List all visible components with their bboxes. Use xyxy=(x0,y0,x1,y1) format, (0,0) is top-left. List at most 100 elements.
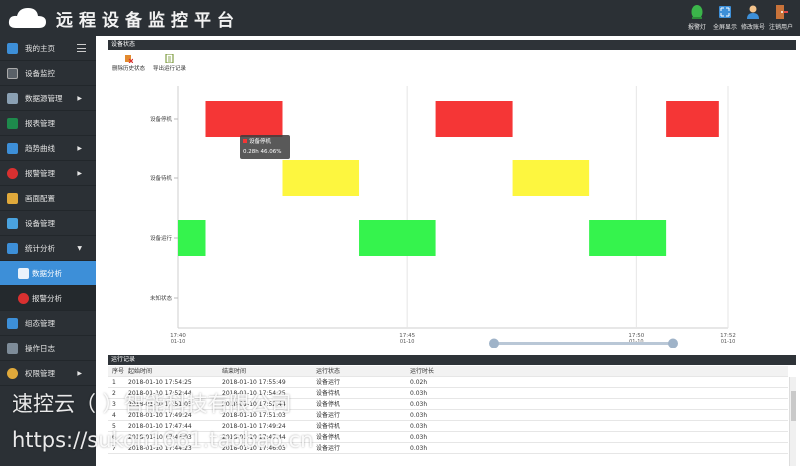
alarm-light-icon xyxy=(691,5,703,19)
column-header[interactable]: 运行状态 xyxy=(316,366,340,377)
status-segment[interactable] xyxy=(205,101,283,137)
sidebar-item-home[interactable]: 我的主页 xyxy=(0,36,96,61)
table-header-row: 序号 起始时间 结束时间 运行状态 运行时长 xyxy=(108,366,788,377)
y-category-label: 设备停机 xyxy=(150,115,173,123)
sidebar-item-data-analysis[interactable]: 数据分析 xyxy=(0,261,96,286)
y-category-labels: 设备停机设备待机设备运行未知状态 xyxy=(150,115,178,302)
fullscreen-button[interactable]: 全屏显示 xyxy=(710,4,740,31)
sidebar-item-label: 报警分析 xyxy=(32,294,62,303)
home-icon xyxy=(7,43,18,54)
status-segment[interactable] xyxy=(282,160,360,196)
y-category-label: 设备运行 xyxy=(150,234,173,242)
sidebar-item-label: 设备监控 xyxy=(25,69,55,78)
zoom-slider-handle-left[interactable] xyxy=(489,338,499,349)
chevron-right-icon: ▶ xyxy=(77,145,82,152)
chevron-down-icon: ▼ xyxy=(77,245,82,252)
sidebar-item-datasource[interactable]: 数据源管理 ▶ xyxy=(0,86,96,111)
table-cell: 2018-01-10 17:55:49 xyxy=(222,379,286,386)
table-cell: 0.03h xyxy=(410,423,428,430)
alarm-analysis-icon xyxy=(18,293,29,304)
sidebar-item-label: 设备管理 xyxy=(25,219,55,228)
edit-account-button[interactable]: 修改账号 xyxy=(738,4,768,31)
chevron-right-icon: ▶ xyxy=(77,370,82,377)
sidebar-item-permissions[interactable]: 权限管理 ▶ xyxy=(0,361,96,386)
x-tick-date: 01-10 xyxy=(400,339,415,345)
sidebar-item-alarm[interactable]: 报警管理 ▶ xyxy=(0,161,96,186)
watermark-url: https://sukon1661.taobao.cn xyxy=(12,428,314,452)
sidebar-item-label: 趋势曲线 xyxy=(25,144,55,153)
menu-toggle-icon[interactable] xyxy=(77,44,86,52)
table-row[interactable]: 1 2018-01-10 17:54:25 2018-01-10 17:55:49 设… xyxy=(108,377,788,388)
status-segment[interactable] xyxy=(435,101,513,137)
zoom-slider-track[interactable] xyxy=(493,342,673,345)
device-status-chart: 设备停机设备待机设备运行未知状态 17:4001-1017:4501-1017:… xyxy=(150,86,736,349)
table-cell: 1 xyxy=(112,379,116,386)
watermark-company: 速控云（ ）智能科技有限公司 xyxy=(12,392,292,416)
zoom-slider-handle-right[interactable] xyxy=(668,338,678,349)
chevron-right-icon: ▶ xyxy=(77,95,82,102)
export-records-button[interactable]: 导出运行记录 xyxy=(153,54,186,72)
sidebar-item-label: 统计分析 xyxy=(25,244,55,253)
cloud-logo-icon xyxy=(8,8,46,28)
sidebar-item-label: 组态管理 xyxy=(25,319,55,328)
table-cell: 0.03h xyxy=(410,390,428,397)
config-icon xyxy=(7,318,18,329)
sidebar-item-screen-config[interactable]: 画面配置 xyxy=(0,186,96,211)
export-records-label: 导出运行记录 xyxy=(153,66,187,72)
y-category-label: 未知状态 xyxy=(150,294,173,302)
table-cell: 设备运行 xyxy=(316,445,341,452)
user-icon xyxy=(747,5,759,19)
status-segment[interactable] xyxy=(512,160,590,196)
table-cell: 0.02h xyxy=(410,379,428,386)
scrollbar-thumb[interactable] xyxy=(791,391,796,421)
sidebar-item-trend[interactable]: 趋势曲线 ▶ xyxy=(0,136,96,161)
records-panel-title: 运行记录 xyxy=(108,355,796,365)
app-title: 远程设备监控平台 xyxy=(56,11,240,31)
statistics-icon xyxy=(7,243,18,254)
data-analysis-icon xyxy=(18,268,29,279)
sidebar-item-config-manage[interactable]: 组态管理 xyxy=(0,311,96,336)
status-panel-title: 设备状态 xyxy=(108,40,796,50)
datasource-icon xyxy=(7,93,18,104)
status-segment[interactable] xyxy=(589,220,667,256)
table-scrollbar[interactable] xyxy=(789,377,796,466)
status-segment[interactable] xyxy=(666,101,719,137)
tooltip-swatch xyxy=(243,139,247,143)
zoom-slider[interactable] xyxy=(489,338,678,349)
delete-history-button[interactable]: 删除历史状态 xyxy=(112,54,145,72)
excel-icon xyxy=(7,118,18,129)
fullscreen-label: 全屏显示 xyxy=(712,24,737,31)
delete-history-icon xyxy=(125,55,133,63)
sidebar-item-label: 操作日志 xyxy=(25,344,55,353)
log-icon xyxy=(7,343,18,354)
logout-label: 注销用户 xyxy=(768,24,793,31)
table-cell: 0.03h xyxy=(410,412,428,419)
tooltip-value: 0.28h 46.06% xyxy=(243,149,281,155)
logout-button[interactable]: 注销用户 xyxy=(766,4,796,31)
table-cell: 设备停机 xyxy=(316,434,341,441)
column-header[interactable]: 起始时间 xyxy=(128,366,152,377)
export-icon xyxy=(165,54,174,63)
sidebar-item-operation-log[interactable]: 操作日志 xyxy=(0,336,96,361)
top-header: 远程设备监控平台 报警灯 全屏显示 修改账号 注销用户 xyxy=(0,0,800,36)
sidebar-item-label: 报表管理 xyxy=(25,119,55,128)
sidebar-item-device-monitor[interactable]: 设备监控 xyxy=(0,61,96,86)
sidebar-item-label: 画面配置 xyxy=(25,194,55,203)
column-header[interactable]: 结束时间 xyxy=(222,366,246,377)
sidebar-item-device-manage[interactable]: 设备管理 xyxy=(0,211,96,236)
column-header[interactable]: 序号 xyxy=(112,366,124,377)
sidebar-item-reports[interactable]: 报表管理 xyxy=(0,111,96,136)
chart-tooltip: 设备停机 0.28h 46.06% xyxy=(240,135,290,159)
sidebar-item-label: 数据分析 xyxy=(32,269,62,278)
x-tick-date: 01-10 xyxy=(171,339,186,345)
alarm-light-button[interactable]: 报警灯 xyxy=(682,4,712,31)
delete-history-label: 删除历史状态 xyxy=(112,66,146,72)
status-segment[interactable] xyxy=(178,220,206,256)
device-icon xyxy=(7,218,18,229)
sidebar-item-alarm-analysis[interactable]: 报警分析 xyxy=(0,286,96,311)
sidebar-item-statistics[interactable]: 统计分析 ▼ xyxy=(0,236,96,261)
column-header[interactable]: 运行时长 xyxy=(410,366,434,377)
status-segment[interactable] xyxy=(359,220,436,256)
sidebar-item-label: 数据源管理 xyxy=(25,94,63,103)
y-category-label: 设备待机 xyxy=(150,174,173,182)
